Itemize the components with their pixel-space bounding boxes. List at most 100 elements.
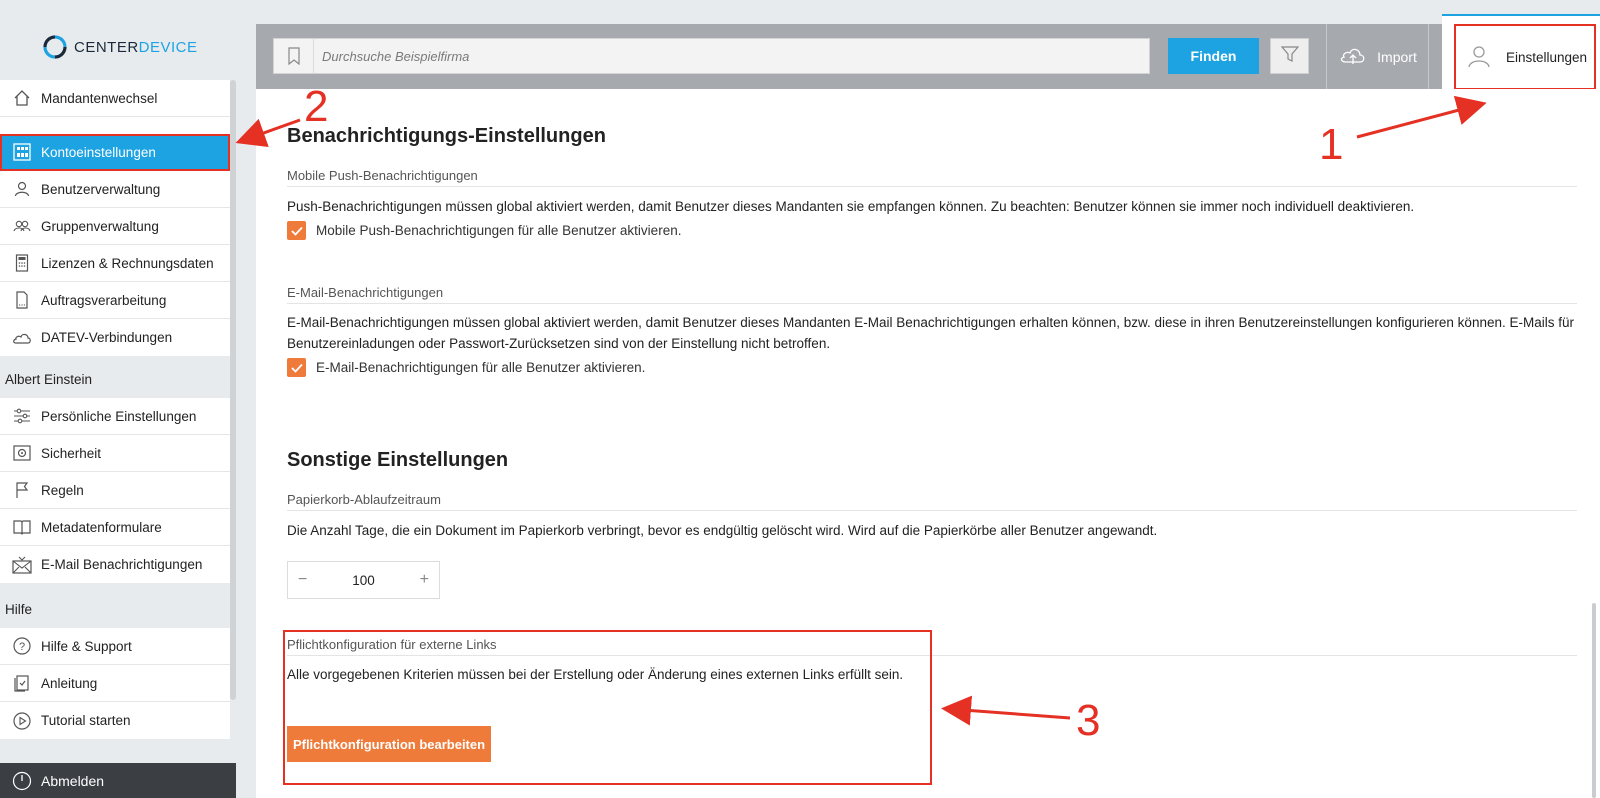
guide-icon xyxy=(12,673,32,693)
logo-text-center: CENTER xyxy=(74,38,139,56)
filter-button[interactable] xyxy=(1270,38,1309,74)
plus-icon[interactable]: + xyxy=(420,571,429,589)
topbar: Durchsuche Beispielfirma Finden Import xyxy=(256,24,1600,89)
topbar-divider xyxy=(1428,24,1429,89)
sidebar-item-mandantenwechsel[interactable]: Mandantenwechsel xyxy=(0,80,230,117)
calculator-icon xyxy=(12,253,32,273)
other-title: Sonstige Einstellungen xyxy=(287,449,509,471)
sidebar-item-sicherheit[interactable]: Sicherheit xyxy=(0,435,230,472)
sidebar-scrollbar[interactable] xyxy=(230,80,236,700)
sidebar-item-tutorial[interactable]: Tutorial starten xyxy=(0,702,230,739)
users-icon xyxy=(12,216,32,236)
section-label-user: Albert Einstein xyxy=(5,372,93,387)
trash-days-value[interactable]: 100 xyxy=(352,573,375,588)
import-label: Import xyxy=(1377,48,1417,65)
cloud-icon xyxy=(12,328,32,348)
divider xyxy=(287,186,1577,187)
sidebar-item-lizenzen[interactable]: Lizenzen & Rechnungsdaten xyxy=(0,245,230,282)
user-icon xyxy=(12,179,32,199)
annotation-number-3: 3 xyxy=(1076,696,1101,745)
checkbox-checked[interactable] xyxy=(287,221,306,240)
book-icon xyxy=(12,517,32,537)
nav-group-personal: Persönliche Einstellungen Sicherheit Reg… xyxy=(0,398,230,583)
nav-group-help: ? Hilfe & Support Anleitung Tutorial sta… xyxy=(0,628,230,739)
push-checkbox-label: Mobile Push-Benachrichtigungen für alle … xyxy=(316,223,682,238)
sidebar-item-label: Anleitung xyxy=(41,675,98,691)
power-icon xyxy=(12,771,32,791)
minus-icon[interactable]: − xyxy=(298,571,307,589)
sidebar-item-label: E-Mail Benachrichtigungen xyxy=(41,557,203,572)
trash-subhead: Papierkorb-Ablaufzeitraum xyxy=(287,492,441,507)
push-subhead: Mobile Push-Benachrichtigungen xyxy=(287,168,478,183)
sliders-icon xyxy=(12,406,32,426)
trash-text: Die Anzahl Tage, die ein Dokument im Pap… xyxy=(287,523,1158,538)
sidebar-item-metadatenformulare[interactable]: Metadatenformulare xyxy=(0,509,230,546)
home-icon xyxy=(12,88,32,108)
sidebar-item-label: Hilfe & Support xyxy=(41,638,132,654)
email-text-line1: E-Mail-Benachrichtigungen müssen global … xyxy=(287,315,1574,330)
checkbox-checked[interactable] xyxy=(287,358,306,377)
sidebar-item-label: Auftragsverarbeitung xyxy=(41,292,167,308)
sidebar-item-label: Benutzerverwaltung xyxy=(41,181,161,197)
logout-button[interactable]: Abmelden xyxy=(0,763,236,798)
email-checkbox-label: E-Mail-Benachrichtigungen für alle Benut… xyxy=(316,360,646,375)
nav-group-account: Mandantenwechsel Kontoeinstellungen Benu… xyxy=(0,80,230,356)
sidebar-item-benutzerverwaltung[interactable]: Benutzerverwaltung xyxy=(0,171,230,208)
sidebar: CENTERDEVICE Mandantenwechsel Kontoeinst… xyxy=(0,0,236,798)
search-input[interactable]: Durchsuche Beispielfirma xyxy=(273,38,1150,74)
user-icon xyxy=(1466,43,1492,72)
highlight-box-links xyxy=(283,630,932,785)
sidebar-item-email-benachrichtigungen[interactable]: E-Mail Benachrichtigungen xyxy=(0,546,230,583)
flag-icon xyxy=(12,480,32,500)
logout-label: Abmelden xyxy=(41,772,105,789)
logo-text-device: DEVICE xyxy=(138,38,198,56)
sidebar-item-gruppenverwaltung[interactable]: Gruppenverwaltung xyxy=(0,208,230,245)
document-icon xyxy=(12,290,32,310)
trash-days-stepper[interactable]: − 100 + xyxy=(287,561,440,599)
email-checkbox-row[interactable]: E-Mail-Benachrichtigungen für alle Benut… xyxy=(287,358,645,377)
sidebar-item-label: Tutorial starten xyxy=(41,713,131,728)
divider xyxy=(287,303,1577,304)
settings-button[interactable]: Einstellungen xyxy=(1454,24,1596,90)
annotation-number-2: 2 xyxy=(304,82,329,131)
bookmark-icon[interactable] xyxy=(274,38,314,74)
centerdevice-logo-icon xyxy=(43,35,67,59)
settings-label: Einstellungen xyxy=(1506,49,1588,65)
divider xyxy=(287,510,1577,511)
push-text: Push-Benachrichtigungen müssen global ak… xyxy=(287,199,1415,214)
search-placeholder: Durchsuche Beispielfirma xyxy=(322,48,470,64)
play-icon xyxy=(12,711,32,731)
sidebar-item-label: Gruppenverwaltung xyxy=(41,218,159,234)
find-button[interactable]: Finden xyxy=(1168,38,1259,74)
sidebar-item-hilfe-support[interactable]: ? Hilfe & Support xyxy=(0,628,230,665)
mail-icon xyxy=(12,555,32,575)
sidebar-item-kontoeinstellungen[interactable]: Kontoeinstellungen xyxy=(0,134,230,171)
section-label-help: Hilfe xyxy=(5,602,33,617)
sidebar-item-label: Persönliche Einstellungen xyxy=(41,408,197,424)
sidebar-item-auftragsverarbeitung[interactable]: Auftragsverarbeitung xyxy=(0,282,230,319)
cloud-upload-icon xyxy=(1339,44,1367,69)
sidebar-item-label: Metadatenformulare xyxy=(41,519,162,535)
main-scrollbar[interactable] xyxy=(1592,603,1596,798)
push-checkbox-row[interactable]: Mobile Push-Benachrichtigungen für alle … xyxy=(287,221,681,240)
logo: CENTERDEVICE xyxy=(42,34,198,60)
sidebar-item-anleitung[interactable]: Anleitung xyxy=(0,665,230,702)
sidebar-item-label: Mandantenwechsel xyxy=(41,90,158,106)
email-text-line2: Benutzereinladungen oder Passwort-Zurück… xyxy=(287,336,831,351)
topbar-divider xyxy=(1326,24,1327,89)
sidebar-item-datev[interactable]: DATEV-Verbindungen xyxy=(0,319,230,356)
sidebar-item-label: DATEV-Verbindungen xyxy=(41,330,173,345)
import-button[interactable]: Import xyxy=(1328,24,1428,89)
svg-text:?: ? xyxy=(19,641,25,653)
sidebar-item-persoenliche-einstellungen[interactable]: Persönliche Einstellungen xyxy=(0,398,230,435)
sidebar-item-label: Sicherheit xyxy=(41,445,102,461)
sidebar-item-label: Regeln xyxy=(41,482,84,498)
safe-icon xyxy=(12,443,32,463)
grid-icon xyxy=(12,142,32,162)
annotation-number-1: 1 xyxy=(1319,120,1344,169)
email-subhead: E-Mail-Benachrichtigungen xyxy=(287,285,444,300)
sidebar-item-regeln[interactable]: Regeln xyxy=(0,472,230,509)
question-icon: ? xyxy=(12,636,32,656)
sidebar-item-label: Kontoeinstellungen xyxy=(41,144,156,160)
filter-icon xyxy=(1280,45,1299,68)
